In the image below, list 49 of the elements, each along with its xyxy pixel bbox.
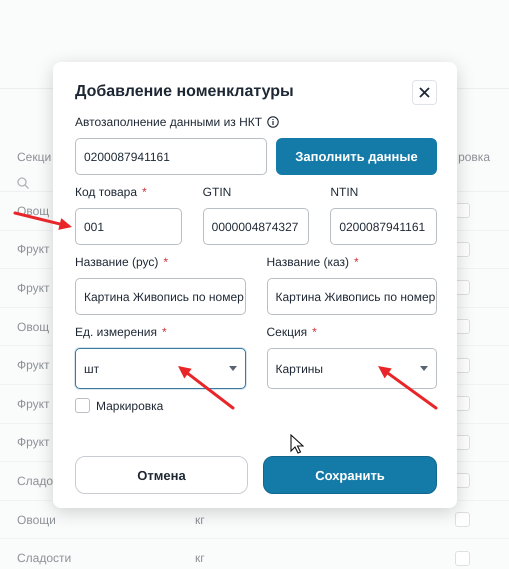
caret-icon xyxy=(228,366,236,371)
input-field[interactable]: 001 xyxy=(75,208,182,245)
table-cell: Фрукт xyxy=(17,358,50,372)
table-cell: Фрукт xyxy=(17,396,50,411)
field-label: Код товара xyxy=(75,185,138,199)
field-label: Ед. измерения xyxy=(75,325,157,339)
table-cell: Овощи xyxy=(17,512,56,527)
checkbox[interactable] xyxy=(75,398,90,413)
cursor-icon xyxy=(290,434,304,454)
table-cell: кг xyxy=(195,512,205,527)
required-mark: * xyxy=(162,325,167,339)
field-label: Автозаполнение данными из НКТ xyxy=(75,115,262,129)
table-cell: Сладости xyxy=(17,551,72,566)
cancel-button[interactable]: Отмена xyxy=(75,456,248,494)
required-mark: * xyxy=(312,325,317,339)
field-label: Название (каз) xyxy=(266,255,350,269)
column-header: Секци xyxy=(17,150,52,164)
required-mark: * xyxy=(354,255,359,269)
field-label: NTIN xyxy=(330,185,358,199)
row-checkbox[interactable] xyxy=(455,550,470,566)
close-icon xyxy=(419,86,430,98)
input-field[interactable]: 0200087941161 xyxy=(75,138,267,175)
input-field[interactable]: Картина Живопись по номер xyxy=(266,278,437,315)
table-cell: Овощ xyxy=(17,320,50,334)
info-icon xyxy=(267,116,280,128)
input-field[interactable]: Картина Живопись по номер xyxy=(75,278,246,315)
row-checkbox[interactable] xyxy=(455,512,470,528)
field-label: Название (рус) xyxy=(75,255,158,269)
input-field[interactable]: 0000004874327 xyxy=(202,208,310,245)
close-button[interactable] xyxy=(412,80,437,104)
fill-button[interactable]: Заполнить данные xyxy=(276,138,437,175)
required-mark: * xyxy=(163,255,168,269)
required-mark: * xyxy=(142,185,147,199)
field-label: Секция xyxy=(266,325,308,339)
dropdown-field[interactable]: Картины xyxy=(266,348,437,389)
dropdown-field[interactable]: шт xyxy=(75,348,246,389)
search-icon xyxy=(17,177,29,189)
table-cell: Фрукт xyxy=(17,242,50,256)
input-field[interactable]: 0200087941161 xyxy=(330,208,437,245)
column-header: ровка xyxy=(458,150,490,164)
checkbox-label: Маркировка xyxy=(96,398,164,412)
save-button[interactable]: Сохранить xyxy=(263,456,437,494)
caret-icon xyxy=(420,366,428,371)
table-cell: Сладо xyxy=(17,474,54,488)
table-cell: Фрукт xyxy=(17,435,50,450)
table-cell: Фрукт xyxy=(17,280,50,295)
field-label: GTIN xyxy=(202,185,232,199)
dialog-title: Добавление номенклатуры xyxy=(75,83,294,101)
table-cell: кг xyxy=(195,551,205,566)
